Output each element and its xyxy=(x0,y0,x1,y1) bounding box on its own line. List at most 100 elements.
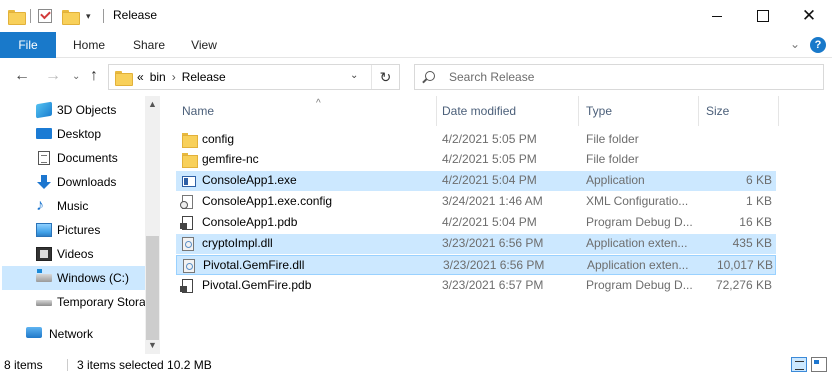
folder-icon xyxy=(8,8,26,25)
divider xyxy=(30,9,31,23)
tab-file[interactable]: File xyxy=(0,32,56,58)
column-divider[interactable] xyxy=(578,96,579,126)
file-row[interactable]: ConsoleApp1.exe 4/2/2021 5:04 PM Applica… xyxy=(176,171,776,191)
file-date: 4/2/2021 5:04 PM xyxy=(442,215,537,229)
large-icons-view-icon[interactable] xyxy=(811,357,827,372)
folder-icon xyxy=(182,133,198,148)
quick-access-dropdown[interactable]: ▾ xyxy=(86,8,91,24)
file-row[interactable]: ConsoleApp1.exe.config 3/24/2021 1:46 AM… xyxy=(176,192,776,212)
nav-item-label: Network xyxy=(49,327,94,341)
column-header-name[interactable]: Name ^ xyxy=(178,96,436,126)
details-view-icon[interactable] xyxy=(791,357,807,372)
music-icon: ♪ xyxy=(36,197,44,214)
file-row[interactable]: ConsoleApp1.pdb 4/2/2021 5:04 PM Program… xyxy=(176,213,776,233)
forward-button[interactable]: → xyxy=(45,67,61,85)
nav-item-pictures[interactable]: Pictures xyxy=(2,218,145,242)
nav-item-3d-objects[interactable]: 3D Objects xyxy=(2,98,145,122)
nav-item-documents[interactable]: Documents xyxy=(2,146,145,170)
nav-item-network[interactable]: Network xyxy=(2,322,145,346)
file-row[interactable]: Pivotal.GemFire.pdb 3/23/2021 6:57 PM Pr… xyxy=(176,276,776,296)
desktop-icon xyxy=(36,128,52,139)
divider xyxy=(67,359,68,371)
tab-home[interactable]: Home xyxy=(66,32,112,58)
scroll-down-icon[interactable]: ▼ xyxy=(148,340,157,350)
column-header-size[interactable]: Size xyxy=(702,96,778,126)
documents-icon xyxy=(38,151,50,165)
up-button[interactable]: ↑ xyxy=(90,67,98,85)
properties-icon[interactable] xyxy=(38,8,52,24)
divider xyxy=(103,9,104,23)
nav-item-windows-c[interactable]: Windows (C:) xyxy=(2,266,145,290)
file-row[interactable]: Pivotal.GemFire.dll 3/23/2021 6:56 PM Ap… xyxy=(176,255,776,275)
column-header-type[interactable]: Type xyxy=(582,96,698,126)
minimize-button[interactable] xyxy=(694,0,740,32)
3d-objects-icon xyxy=(36,101,52,119)
navigation-pane: 3D Objects Desktop Documents Downloads ♪… xyxy=(0,96,160,354)
item-count: 8 items xyxy=(4,358,43,372)
column-divider[interactable] xyxy=(778,96,779,126)
nav-item-desktop[interactable]: Desktop xyxy=(2,122,145,146)
file-name: ConsoleApp1.pdb xyxy=(202,215,298,229)
recent-locations-button[interactable]: ⌄ xyxy=(72,71,80,82)
search-input[interactable] xyxy=(449,69,809,85)
nav-scrollbar[interactable]: ▲ ▼ xyxy=(145,96,160,354)
search-icon xyxy=(425,71,435,81)
file-row[interactable]: config 4/2/2021 5:05 PM File folder xyxy=(176,130,776,150)
tab-share[interactable]: Share xyxy=(126,32,172,58)
nav-item-videos[interactable]: Videos xyxy=(2,242,145,266)
file-size: 16 KB xyxy=(739,215,772,229)
address-bar[interactable]: « bin › Release ⌄ ↻ xyxy=(108,64,400,90)
downloads-icon xyxy=(36,175,52,189)
nav-item-label: Desktop xyxy=(57,127,102,141)
help-icon[interactable]: ? xyxy=(810,37,826,53)
search-box[interactable] xyxy=(414,64,824,90)
breadcrumb-bin[interactable]: bin xyxy=(150,70,166,84)
title-bar: ▾ Release ✕ xyxy=(0,0,832,32)
ribbon: File Home Share View ⌄ ? xyxy=(0,32,832,58)
expand-ribbon-icon[interactable]: ⌄ xyxy=(790,37,800,51)
column-divider[interactable] xyxy=(698,96,699,126)
close-button[interactable]: ✕ xyxy=(786,0,832,32)
file-type: XML Configuratio... xyxy=(586,194,689,208)
column-header-date[interactable]: Date modified xyxy=(438,96,578,126)
nav-item-label: Videos xyxy=(57,247,94,261)
status-bar: 8 items 3 items selected 10.2 MB xyxy=(0,354,832,376)
file-size: 435 KB xyxy=(732,236,772,250)
maximize-button[interactable] xyxy=(740,0,786,32)
new-folder-icon[interactable] xyxy=(62,8,80,25)
file-name: ConsoleApp1.exe xyxy=(202,173,297,187)
nav-item-temporary-storage[interactable]: Temporary Stora xyxy=(2,290,146,314)
file-name: cryptoImpl.dll xyxy=(202,236,273,250)
nav-item-music[interactable]: ♪ Music xyxy=(2,194,145,218)
file-row[interactable]: cryptoImpl.dll 3/23/2021 6:56 PM Applica… xyxy=(176,234,776,254)
nav-item-label: Pictures xyxy=(57,223,101,237)
file-name: gemfire-nc xyxy=(202,152,259,166)
file-row[interactable]: gemfire-nc 4/2/2021 5:05 PM File folder xyxy=(176,150,776,170)
file-size: 72,276 KB xyxy=(715,278,772,292)
file-type: Application exten... xyxy=(586,236,688,250)
scroll-up-icon[interactable]: ▲ xyxy=(148,99,157,109)
chevron-right-icon[interactable]: › xyxy=(172,70,176,84)
file-type: File folder xyxy=(586,132,639,146)
file-size: 1 KB xyxy=(745,194,772,208)
refresh-button[interactable]: ↻ xyxy=(371,65,399,89)
breadcrumb-release[interactable]: Release xyxy=(182,70,226,84)
file-size: 10,017 KB xyxy=(716,258,773,272)
file-name: config xyxy=(202,132,235,146)
overflow-icon[interactable]: « xyxy=(137,70,144,84)
nav-item-downloads[interactable]: Downloads xyxy=(2,170,145,194)
file-date: 3/23/2021 6:56 PM xyxy=(443,258,545,272)
file-date: 3/24/2021 1:46 AM xyxy=(442,194,543,208)
file-size: 6 KB xyxy=(745,173,772,187)
tab-view[interactable]: View xyxy=(182,32,226,58)
column-divider[interactable] xyxy=(436,96,437,126)
config-file-icon xyxy=(180,195,193,209)
scrollbar-thumb[interactable] xyxy=(146,236,159,340)
file-name: ConsoleApp1.exe.config xyxy=(202,194,333,208)
nav-item-label: 3D Objects xyxy=(57,103,117,117)
address-row: ← → ⌄ ↑ « bin › Release ⌄ ↻ xyxy=(0,58,832,96)
back-button[interactable]: ← xyxy=(14,67,30,85)
address-dropdown[interactable]: ⌄ xyxy=(350,70,358,81)
nav-item-label: Documents xyxy=(57,151,118,165)
file-type: File folder xyxy=(586,152,639,166)
